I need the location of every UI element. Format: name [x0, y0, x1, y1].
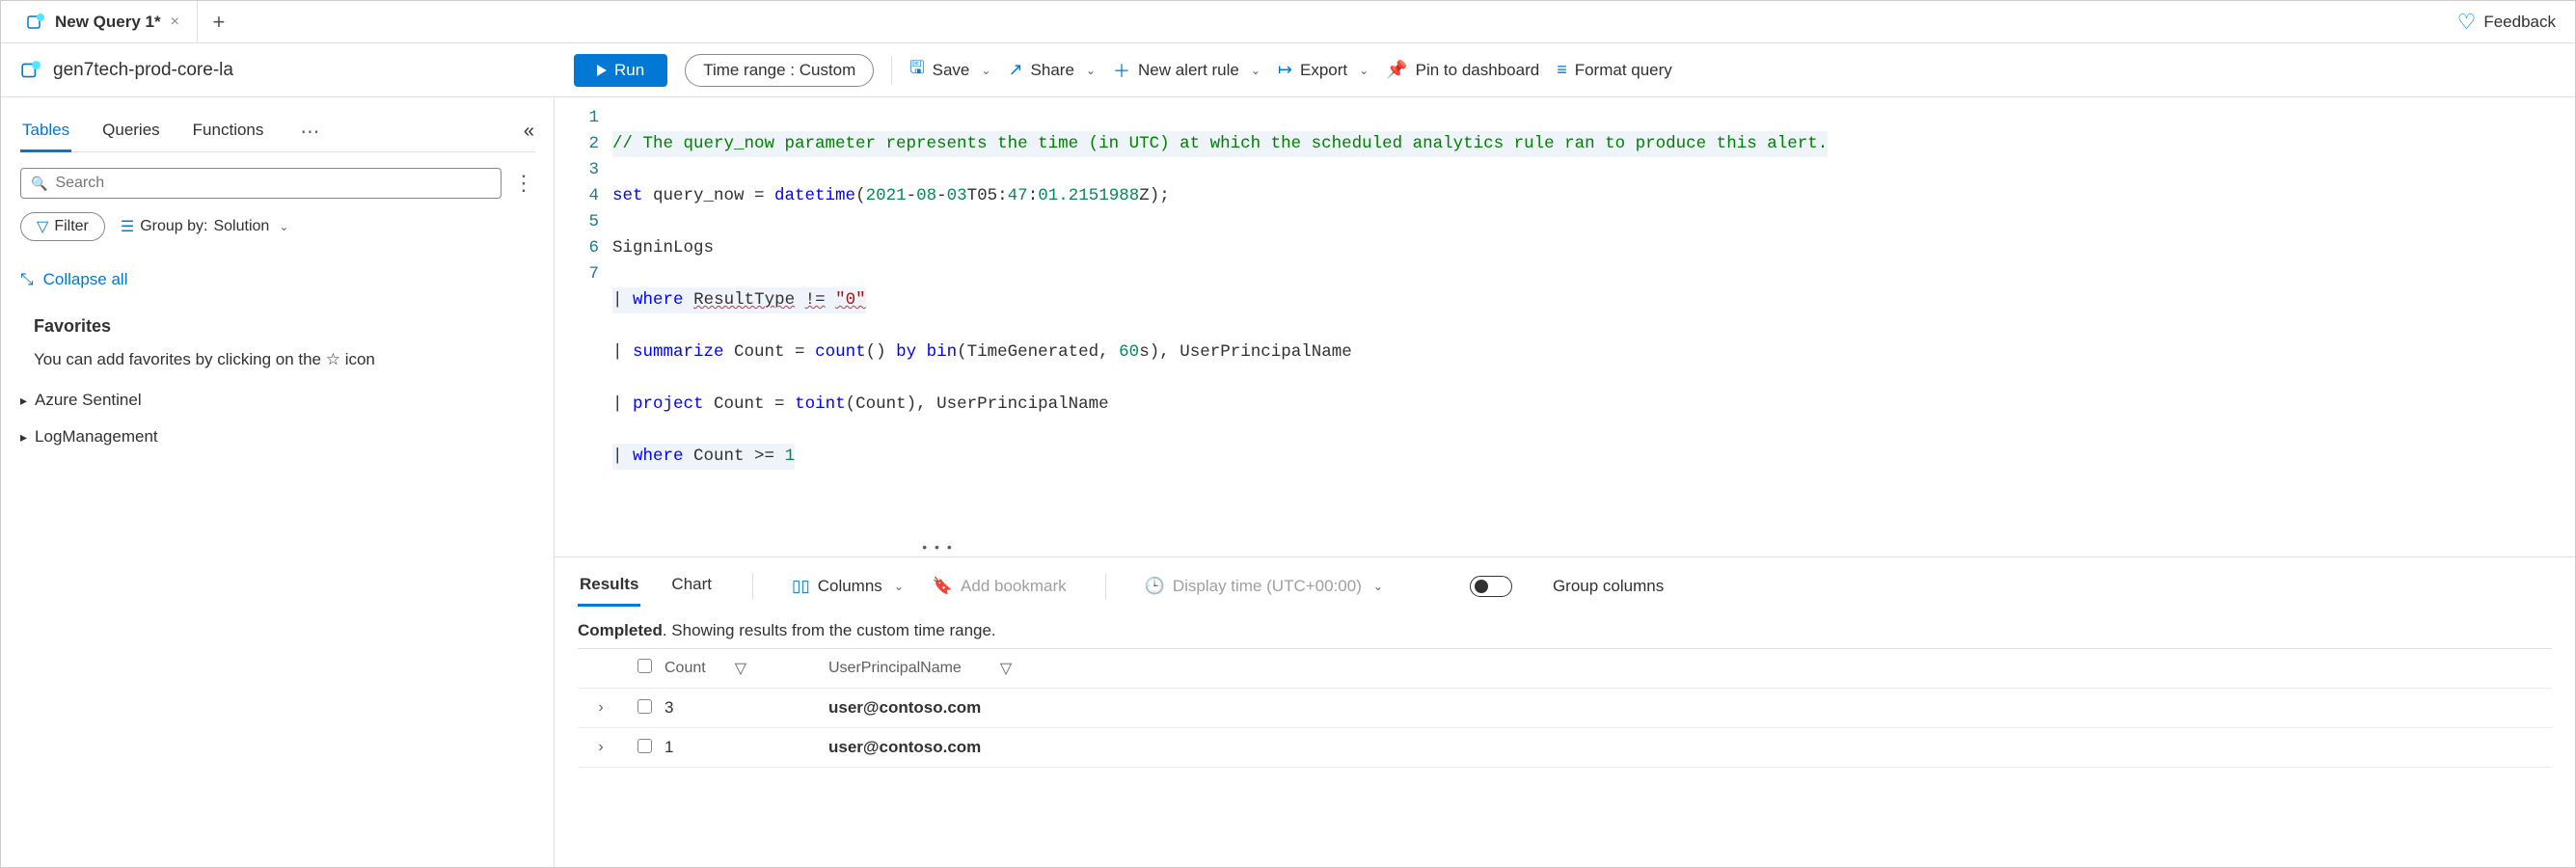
format-icon: ≡ — [1557, 60, 1567, 80]
chevron-down-icon: ⌄ — [981, 64, 990, 77]
sidebar-tab-tables[interactable]: Tables — [20, 111, 71, 151]
row-checkbox[interactable] — [637, 739, 652, 753]
results-panel: Results Chart ▯▯ Columns ⌄ 🔖 Add bookmar… — [555, 556, 2575, 768]
sidebar-tabs: Tables Queries Functions ⋯ « — [20, 111, 534, 152]
main: Tables Queries Functions ⋯ « 🔍 ⋮ ▽ Filte… — [1, 97, 2575, 867]
plus-icon: ＋ — [1113, 58, 1130, 83]
run-button[interactable]: Run — [574, 54, 667, 87]
bookmark-icon: 🔖 — [933, 577, 953, 596]
select-all-checkbox[interactable] — [637, 659, 652, 673]
tree-log-management[interactable]: LogManagement — [20, 427, 534, 447]
chevron-down-icon: ⌄ — [1359, 64, 1369, 77]
line-gutter: 1 2 3 4 5 6 7 — [555, 105, 612, 522]
share-button[interactable]: ↗ Share ⌄ — [1008, 60, 1096, 80]
filter-icon[interactable]: ▽ — [735, 659, 746, 678]
chevron-down-icon: ⌄ — [1373, 580, 1383, 593]
save-icon: 🖫 — [909, 56, 924, 85]
filter-icon: ▽ — [37, 217, 48, 236]
columns-button[interactable]: ▯▯ Columns ⌄ — [792, 577, 904, 596]
close-icon[interactable]: × — [171, 14, 179, 31]
results-tab[interactable]: Results — [578, 567, 640, 606]
more-icon[interactable]: ⋯ — [300, 120, 319, 144]
collapse-sidebar-icon[interactable]: « — [524, 121, 534, 143]
favorites-hint: You can add favorites by clicking on the… — [34, 346, 497, 373]
filter-button[interactable]: ▽ Filter — [20, 212, 105, 241]
group-columns-toggle[interactable] — [1470, 576, 1512, 597]
right-pane: 1 2 3 4 5 6 7 // The query_now parameter… — [555, 97, 2575, 867]
collapse-icon: ⤡ — [20, 270, 34, 289]
query-tab[interactable]: New Query 1* × — [9, 1, 198, 42]
chart-tab[interactable]: Chart — [669, 567, 714, 606]
chevron-down-icon: ⌄ — [1251, 64, 1261, 77]
new-tab-button[interactable]: + — [198, 10, 240, 35]
add-bookmark-button[interactable]: 🔖 Add bookmark — [933, 577, 1067, 596]
results-status: Completed. Showing results from the cust… — [578, 621, 2552, 640]
sidebar-tab-functions[interactable]: Functions — [191, 111, 266, 151]
display-time-dropdown[interactable]: 🕒 Display time (UTC+00:00) ⌄ — [1145, 577, 1383, 596]
workspace-icon — [20, 60, 41, 81]
chevron-down-icon: ⌄ — [1086, 64, 1096, 77]
filter-icon[interactable]: ▽ — [1000, 659, 1012, 678]
col-upn[interactable]: UserPrincipalName — [828, 660, 962, 677]
favorites-heading: Favorites — [34, 316, 534, 337]
tab-bar: New Query 1* × + ♡ Feedback — [1, 1, 2575, 43]
save-button[interactable]: 🖫 Save ⌄ — [909, 56, 990, 85]
collapse-all-button[interactable]: ⤡ Collapse all — [20, 270, 534, 289]
share-icon: ↗ — [1008, 60, 1022, 80]
group-by-dropdown[interactable]: ☰ Group by: Solution ⌄ — [121, 217, 289, 236]
code-body[interactable]: // The query_now parameter represents th… — [612, 105, 2575, 522]
expand-icon[interactable]: › — [578, 739, 624, 756]
table-header: Count ▽ UserPrincipalName ▽ — [578, 649, 2552, 689]
tree-azure-sentinel[interactable]: Azure Sentinel — [20, 391, 534, 410]
chevron-down-icon: ⌄ — [894, 580, 904, 593]
search-input[interactable]: 🔍 — [20, 168, 502, 199]
workspace-header: gen7tech-prod-core-la Run Time range : C… — [1, 43, 2575, 97]
new-alert-button[interactable]: ＋ New alert rule ⌄ — [1113, 58, 1261, 83]
list-icon: ☰ — [121, 217, 134, 236]
columns-icon: ▯▯ — [792, 577, 810, 596]
sidebar-tab-queries[interactable]: Queries — [100, 111, 162, 151]
workspace-name: gen7tech-prod-core-la — [53, 60, 233, 81]
row-checkbox[interactable] — [637, 699, 652, 714]
clock-icon: 🕒 — [1145, 577, 1165, 596]
expand-icon[interactable]: › — [578, 699, 624, 717]
tab-title: New Query 1* — [55, 13, 161, 32]
export-button[interactable]: ↦ Export ⌄ — [1278, 60, 1369, 80]
pin-button[interactable]: 📌 Pin to dashboard — [1386, 60, 1539, 80]
pin-icon: 📌 — [1386, 60, 1407, 80]
search-more-icon[interactable]: ⋮ — [513, 171, 534, 196]
table-row[interactable]: › 1 user@contoso.com — [578, 728, 2552, 768]
search-icon: 🔍 — [31, 176, 47, 192]
export-icon: ↦ — [1278, 60, 1292, 80]
table-row[interactable]: › 3 user@contoso.com — [578, 689, 2552, 728]
group-columns-label: Group columns — [1553, 577, 1664, 596]
logs-icon — [26, 13, 45, 32]
col-count[interactable]: Count — [664, 660, 706, 677]
toolbar: Run Time range : Custom 🖫 Save ⌄ ↗ Share… — [555, 54, 1672, 87]
play-icon — [597, 65, 607, 76]
resize-handle[interactable]: • • • — [555, 539, 2575, 555]
feedback-link[interactable]: ♡ Feedback — [2438, 10, 2575, 35]
heart-icon: ♡ — [2457, 10, 2477, 35]
search-field[interactable] — [55, 175, 491, 192]
format-query-button[interactable]: ≡ Format query — [1557, 60, 1672, 80]
chevron-down-icon: ⌄ — [279, 220, 288, 233]
sidebar: Tables Queries Functions ⋯ « 🔍 ⋮ ▽ Filte… — [1, 97, 555, 867]
query-editor[interactable]: 1 2 3 4 5 6 7 // The query_now parameter… — [555, 97, 2575, 537]
time-range-picker[interactable]: Time range : Custom — [685, 54, 874, 87]
results-table: Count ▽ UserPrincipalName ▽ › 3 user@con… — [578, 648, 2552, 768]
